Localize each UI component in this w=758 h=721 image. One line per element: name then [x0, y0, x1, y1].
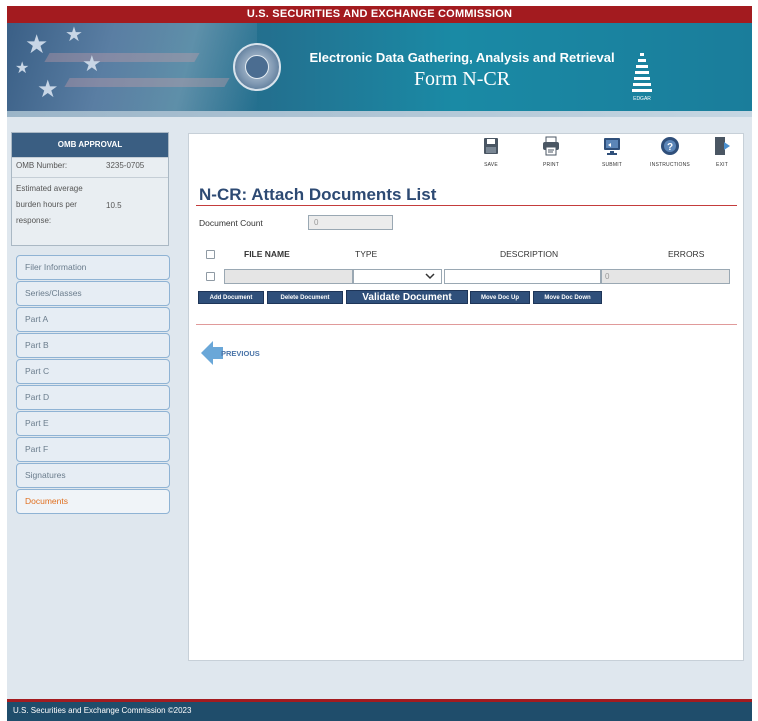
- save-label: SAVE: [484, 162, 498, 168]
- omb-burden-label: Estimated average burden hours per respo…: [16, 184, 83, 225]
- omb-number-label: OMB Number:: [16, 161, 68, 170]
- sidebar-item-part-f[interactable]: Part F: [16, 437, 170, 462]
- sec-seal-icon: [233, 43, 281, 91]
- omb-burden-row: Estimated average burden hours per respo…: [12, 177, 168, 245]
- omb-approval-box: OMB APPROVAL OMB Number: 3235-0705 Estim…: [11, 132, 169, 246]
- edgar-logo-icon: [632, 51, 652, 95]
- star-icon: ★: [15, 60, 30, 77]
- save-button[interactable]: SAVE: [471, 136, 511, 168]
- document-count-field: 0: [308, 215, 393, 230]
- save-icon: [484, 138, 498, 154]
- edgar-banner: ★ ★ ★ ★ ★ Electronic Data Gathering, Ana…: [7, 23, 752, 111]
- errors-field: 0: [601, 269, 730, 284]
- sidebar-item-signatures[interactable]: Signatures: [16, 463, 170, 488]
- system-title: Electronic Data Gathering, Analysis and …: [309, 50, 615, 65]
- previous-label: PREVIOUS: [221, 349, 260, 358]
- main-panel: SAVE PRINT SUBMIT ? INSTRUCTIONS EXIT N-…: [188, 133, 744, 661]
- delete-document-button[interactable]: Delete Document: [267, 291, 343, 304]
- column-header-type: TYPE: [355, 249, 378, 259]
- sidebar-item-part-c[interactable]: Part C: [16, 359, 170, 384]
- flag-stripe: [44, 53, 200, 62]
- print-button[interactable]: PRINT: [531, 136, 571, 168]
- add-document-button[interactable]: Add Document: [198, 291, 264, 304]
- help-icon: ?: [661, 137, 679, 155]
- footer: U.S. Securities and Exchange Commission …: [7, 699, 752, 721]
- print-label: PRINT: [543, 162, 559, 168]
- row-checkbox[interactable]: [206, 272, 215, 281]
- exit-button[interactable]: EXIT: [707, 136, 737, 168]
- omb-number-row: OMB Number: 3235-0705: [12, 157, 168, 177]
- omb-number-value: 3235-0705: [106, 161, 145, 170]
- sidebar-item-part-e[interactable]: Part E: [16, 411, 170, 436]
- select-all-checkbox[interactable]: [206, 250, 215, 259]
- monitor-icon: [604, 138, 620, 155]
- section-divider: [196, 324, 737, 325]
- exit-label: EXIT: [716, 162, 728, 168]
- move-doc-down-button[interactable]: Move Doc Down: [533, 291, 602, 304]
- sidebar-item-filer-information[interactable]: Filer Information: [16, 255, 170, 280]
- column-header-description: DESCRIPTION: [500, 249, 559, 259]
- flag-stripe: [64, 78, 230, 87]
- submit-button[interactable]: SUBMIT: [592, 136, 632, 168]
- svg-text:?: ?: [667, 142, 673, 153]
- star-icon: ★: [25, 29, 49, 59]
- column-header-errors: ERRORS: [668, 249, 705, 259]
- star-icon: ★: [37, 76, 59, 103]
- omb-burden-value: 10.5: [106, 201, 122, 210]
- edgar-logo-text: EDGAR: [633, 96, 651, 102]
- star-icon: ★: [82, 51, 102, 76]
- type-select[interactable]: [353, 269, 442, 284]
- file-name-field[interactable]: [224, 269, 353, 284]
- instructions-button[interactable]: ? INSTRUCTIONS: [645, 136, 695, 168]
- sidebar-item-part-b[interactable]: Part B: [16, 333, 170, 358]
- banner-divider: [7, 111, 752, 117]
- exit-door-icon: [715, 137, 730, 155]
- description-field[interactable]: [444, 269, 601, 284]
- page-title: N-CR: Attach Documents List: [199, 185, 437, 204]
- column-header-file-name: FILE NAME: [244, 249, 290, 259]
- agency-bar: U.S. SECURITIES AND EXCHANGE COMMISSION: [7, 6, 752, 23]
- star-icon: ★: [65, 24, 83, 46]
- printer-icon: [543, 136, 559, 156]
- sidebar-item-series-classes[interactable]: Series/Classes: [16, 281, 170, 306]
- document-count-label: Document Count: [199, 218, 263, 228]
- form-title: Form N-CR: [413, 68, 511, 90]
- sidebar-nav: Filer Information Series/Classes Part A …: [16, 255, 170, 515]
- omb-title: OMB APPROVAL: [12, 133, 168, 157]
- move-doc-up-button[interactable]: Move Doc Up: [470, 291, 530, 304]
- sidebar-item-part-a[interactable]: Part A: [16, 307, 170, 332]
- toolbar: SAVE PRINT SUBMIT ? INSTRUCTIONS EXIT: [187, 134, 743, 179]
- app-window: U.S. SECURITIES AND EXCHANGE COMMISSION …: [7, 6, 752, 721]
- validate-document-button[interactable]: Validate Document: [346, 290, 468, 304]
- submit-label: SUBMIT: [601, 162, 623, 168]
- instructions-label: INSTRUCTIONS: [650, 162, 690, 168]
- sidebar-item-part-d[interactable]: Part D: [16, 385, 170, 410]
- arrow-left-icon: [201, 341, 213, 365]
- sidebar-item-documents[interactable]: Documents: [16, 489, 170, 514]
- chevron-down-icon: [425, 273, 435, 280]
- title-divider: [196, 205, 737, 206]
